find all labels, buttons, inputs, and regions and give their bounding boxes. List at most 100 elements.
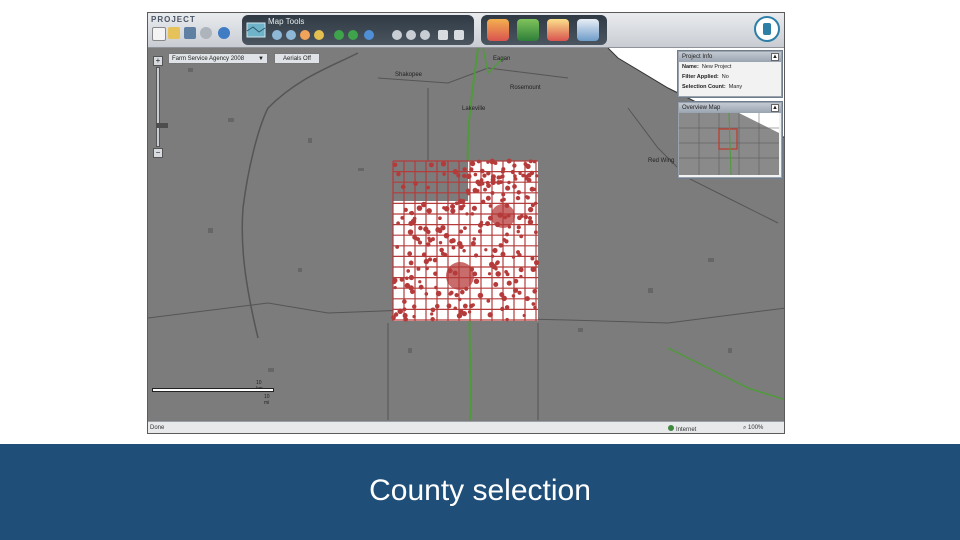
- project-name-value: New Project: [701, 64, 732, 70]
- parcel-point: [462, 248, 466, 253]
- measure-icon[interactable]: [392, 30, 402, 40]
- parcel-point: [413, 181, 418, 186]
- parcel-point: [487, 272, 492, 276]
- parcel-point: [472, 187, 478, 193]
- zoom-slider[interactable]: + −: [153, 56, 168, 158]
- parcel-point: [493, 282, 499, 288]
- parcel-point: [534, 230, 538, 235]
- map-label-eagan: Eagan: [493, 56, 511, 62]
- parcel-point: [519, 274, 523, 279]
- parcel-point: [486, 183, 491, 189]
- parcel-point: [392, 162, 398, 168]
- parcel-point: [426, 185, 430, 190]
- zoom-out-icon[interactable]: [286, 30, 296, 40]
- print-icon[interactable]: [454, 30, 464, 40]
- parcel-point: [430, 237, 435, 242]
- identify-icon[interactable]: [314, 30, 324, 40]
- parcel-point: [461, 310, 467, 317]
- parcel-point: [513, 177, 518, 181]
- table-icon[interactable]: [577, 19, 599, 41]
- help-icon[interactable]: [218, 27, 230, 39]
- parcel-point: [478, 180, 484, 186]
- parcel-point: [421, 201, 427, 208]
- parcel-point: [486, 171, 491, 176]
- parcel-point: [407, 251, 413, 257]
- export-icon[interactable]: [438, 30, 448, 40]
- parcel-point: [442, 172, 446, 176]
- zoom-in-button[interactable]: +: [153, 56, 163, 66]
- aerials-toggle-button[interactable]: Aerials Off: [274, 53, 320, 64]
- parcel-point: [462, 173, 467, 179]
- parcel-point: [505, 317, 509, 322]
- parcel-point: [458, 244, 464, 250]
- zoom-thumb[interactable]: [156, 123, 168, 128]
- settings-icon[interactable]: [200, 27, 212, 39]
- zoom-track[interactable]: [156, 67, 168, 147]
- parcel-point: [416, 205, 423, 211]
- parcel-point: [463, 226, 467, 230]
- parcel-point: [487, 312, 493, 318]
- select-icon[interactable]: [406, 30, 416, 40]
- filter-applied-label: Filter Applied:: [682, 74, 719, 80]
- parcel-point: [529, 186, 535, 192]
- basemap-select[interactable]: Farm Service Agency 2008 ▼: [168, 53, 268, 64]
- parcel-point: [479, 220, 484, 225]
- filter-applied-value: No: [721, 74, 729, 80]
- parcel-point: [395, 244, 400, 249]
- overview-map-title: Overview Map: [682, 105, 721, 111]
- collapse-icon[interactable]: ▲: [771, 104, 779, 112]
- parcel-point: [479, 168, 485, 174]
- save-icon[interactable]: [184, 27, 196, 39]
- parcel-point: [476, 159, 481, 164]
- parcel-point: [533, 260, 540, 266]
- parcel-point: [477, 292, 484, 299]
- parcel-point: [490, 177, 496, 183]
- parcel-point: [527, 219, 534, 225]
- parcel-point: [462, 167, 467, 172]
- filter-applied-row: Filter Applied: No: [679, 72, 781, 82]
- basemap-select-value: Farm Service Agency 2008: [172, 56, 245, 62]
- parcel-point: [418, 280, 422, 284]
- parcel-point: [406, 269, 411, 273]
- parcel-point: [501, 192, 506, 197]
- pan-hand-icon[interactable]: [300, 30, 310, 40]
- parcel-point: [478, 229, 483, 234]
- parcel-point: [512, 287, 519, 293]
- layers-icon[interactable]: [487, 19, 509, 41]
- overview-map-thumbnail[interactable]: [679, 113, 779, 175]
- parcel-point: [526, 177, 532, 183]
- parcel-point: [462, 303, 468, 309]
- parcel-point: [504, 270, 508, 274]
- zoom-in-icon[interactable]: [272, 30, 282, 40]
- parcel-point: [442, 206, 446, 210]
- chart-icon[interactable]: [547, 19, 569, 41]
- zoom-out-button[interactable]: −: [153, 148, 163, 158]
- next-extent-icon[interactable]: [348, 30, 358, 40]
- parcel-point: [393, 286, 397, 290]
- new-icon[interactable]: [152, 27, 166, 41]
- agency-logo: [754, 16, 780, 42]
- parcel-point: [522, 313, 526, 318]
- zoom-level[interactable]: ⌕ 100%: [743, 425, 763, 432]
- app-screenshot: PROJECT Map Tools Shakopee Rosemount Lak…: [147, 12, 785, 434]
- parcel-point: [510, 169, 515, 175]
- parcel-point: [418, 225, 423, 231]
- parcel-point: [524, 296, 530, 302]
- collapse-icon[interactable]: ▲: [771, 53, 779, 61]
- filter-icon[interactable]: [517, 19, 539, 41]
- parcel-point: [425, 242, 431, 247]
- clear-selection-icon[interactable]: [420, 30, 430, 40]
- parcel-point: [402, 312, 408, 319]
- full-extent-icon[interactable]: [364, 30, 374, 40]
- parcel-point: [465, 173, 472, 180]
- previous-extent-icon[interactable]: [334, 30, 344, 40]
- parcel-point: [416, 266, 421, 271]
- parcel-point: [434, 303, 440, 309]
- open-folder-icon[interactable]: [168, 27, 180, 39]
- parcel-point: [439, 247, 444, 253]
- parcel-point: [470, 240, 476, 246]
- parcel-point: [527, 206, 534, 213]
- parcel-point: [450, 203, 456, 210]
- parcel-point: [391, 315, 396, 320]
- parcel-point: [516, 190, 521, 195]
